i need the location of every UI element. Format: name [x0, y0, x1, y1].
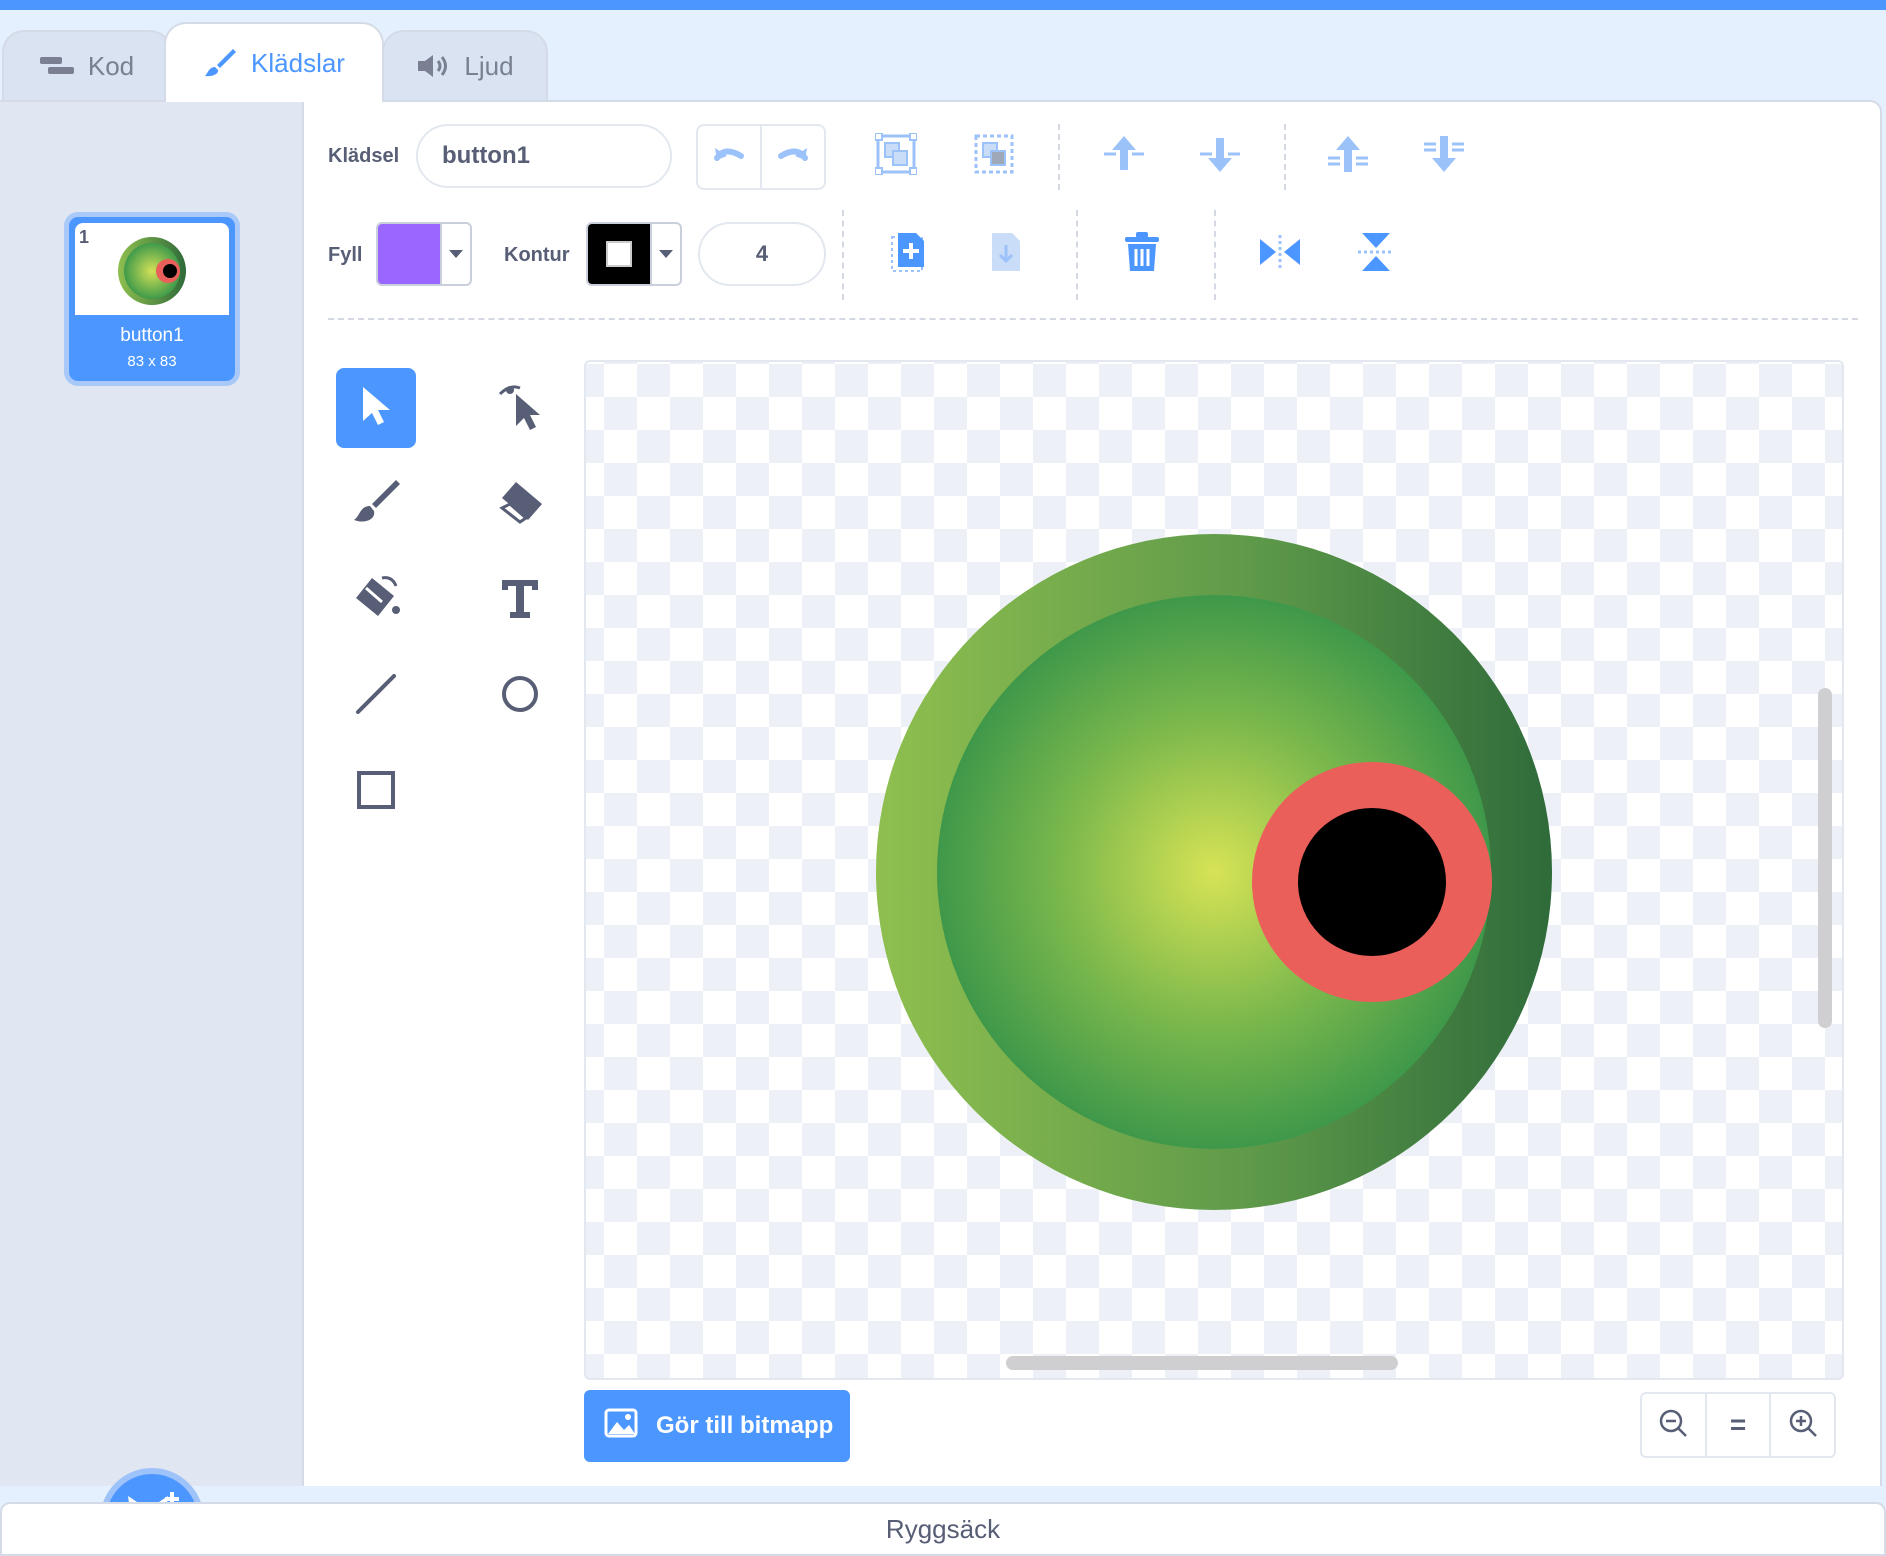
tab-costumes[interactable]: Klädslar [164, 22, 384, 102]
zoom-in-icon [1788, 1408, 1818, 1443]
tab-sounds[interactable]: Ljud [382, 30, 548, 100]
back-button[interactable] [1414, 126, 1474, 186]
costume-name-label: Klädsel [328, 145, 400, 167]
costume-artwork [876, 534, 1552, 1210]
image-icon [604, 1408, 638, 1445]
top-menu-bar [0, 0, 1886, 10]
zoom-out-button[interactable] [1642, 1394, 1705, 1456]
zoom-out-icon [1658, 1408, 1688, 1443]
line-tool[interactable] [336, 656, 416, 736]
rectangle-icon [356, 770, 396, 815]
flip-vertical-button[interactable] [1346, 224, 1406, 284]
paste-button[interactable] [976, 224, 1036, 284]
zoom-reset-label: = [1729, 1409, 1747, 1440]
zoom-controls: = [1640, 1392, 1836, 1458]
code-icon [39, 55, 74, 77]
select-tool[interactable] [336, 368, 416, 448]
fill-color-picker[interactable] [376, 222, 472, 286]
redo-icon [777, 144, 809, 171]
bucket-icon [352, 574, 400, 627]
tab-code-label: Kod [87, 50, 135, 81]
outline-label: Kontur [504, 244, 570, 266]
tab-costumes-label: Klädslar [251, 47, 345, 78]
toolbar-divider [1076, 210, 1078, 300]
costume-name: button1 [120, 325, 184, 346]
zoom-reset-button[interactable]: = [1704, 1394, 1770, 1456]
ungroup-icon [973, 133, 1015, 180]
undo-redo-group [696, 124, 826, 190]
speaker-icon [416, 53, 450, 79]
chevron-down-icon [650, 224, 680, 284]
costume-name-input[interactable] [416, 124, 672, 188]
copy-button[interactable] [878, 224, 938, 284]
circle-icon [500, 674, 540, 719]
outline-color-picker[interactable] [586, 222, 682, 286]
reshape-tool[interactable] [480, 368, 560, 448]
copy-icon [888, 231, 928, 278]
fill-tool[interactable] [336, 560, 416, 640]
backpack-label: Ryggsäck [885, 1513, 1001, 1544]
convert-to-bitmap-label: Gör till bitmapp [656, 1412, 834, 1439]
circle-tool[interactable] [480, 656, 560, 736]
paint-canvas[interactable] [584, 360, 1844, 1380]
canvas-vertical-scrollbar[interactable] [1818, 688, 1832, 1028]
text-icon [498, 576, 542, 625]
reshape-icon [496, 380, 544, 437]
trash-icon [1123, 231, 1161, 278]
tab-sounds-label: Ljud [464, 50, 514, 81]
brush-icon [352, 478, 400, 531]
brush-icon [203, 46, 237, 80]
arrow-up-icon [1102, 134, 1146, 179]
canvas-horizontal-scrollbar[interactable] [1006, 1356, 1398, 1370]
tab-code[interactable]: Kod [2, 30, 172, 100]
arrow-icon [359, 385, 393, 432]
costume-thumbnail [75, 223, 229, 315]
toolbar-divider [842, 210, 844, 300]
bring-to-front-icon [1326, 134, 1370, 179]
forward-button[interactable] [1094, 126, 1154, 186]
costume-list: 1 button1 83 x 83 [0, 100, 304, 1556]
front-button[interactable] [1318, 126, 1378, 186]
eraser-tool[interactable] [480, 464, 560, 544]
toolbar-divider [1214, 210, 1216, 300]
toolbar-divider [1058, 124, 1060, 190]
group-icon [874, 131, 918, 180]
convert-to-bitmap-button[interactable]: Gör till bitmapp [584, 1390, 850, 1462]
rectangle-tool[interactable] [336, 752, 416, 832]
toolbar-divider [1284, 124, 1286, 190]
fill-swatch [378, 224, 440, 284]
chevron-down-icon [440, 224, 470, 284]
send-to-back-icon [1422, 134, 1466, 179]
flip-horizontal-icon [1258, 234, 1302, 274]
outline-width-input[interactable]: 4 [698, 222, 826, 286]
ungroup-button[interactable] [964, 126, 1024, 186]
costume-item-button1[interactable]: 1 button1 83 x 83 [64, 212, 240, 386]
delete-button[interactable] [1112, 224, 1172, 284]
eraser-icon [496, 480, 544, 529]
brush-tool[interactable] [336, 464, 416, 544]
toolbar-separator [328, 318, 1858, 320]
flip-vertical-icon [1358, 231, 1394, 278]
costume-number: 1 [79, 227, 90, 247]
zoom-in-button[interactable] [1769, 1394, 1834, 1456]
backpack-bar[interactable]: Ryggsäck [0, 1502, 1886, 1556]
group-button[interactable] [866, 126, 926, 186]
line-icon [354, 672, 398, 721]
undo-icon [713, 144, 745, 171]
arrow-down-icon [1198, 134, 1242, 179]
undo-button[interactable] [698, 126, 762, 188]
text-tool[interactable] [480, 560, 560, 640]
fill-label: Fyll [328, 244, 363, 266]
redo-button[interactable] [762, 126, 824, 188]
backward-button[interactable] [1190, 126, 1250, 186]
flip-horizontal-button[interactable] [1250, 224, 1310, 284]
costume-size: 83 x 83 [127, 353, 177, 370]
outline-swatch [588, 224, 650, 284]
paste-icon [986, 231, 1026, 278]
